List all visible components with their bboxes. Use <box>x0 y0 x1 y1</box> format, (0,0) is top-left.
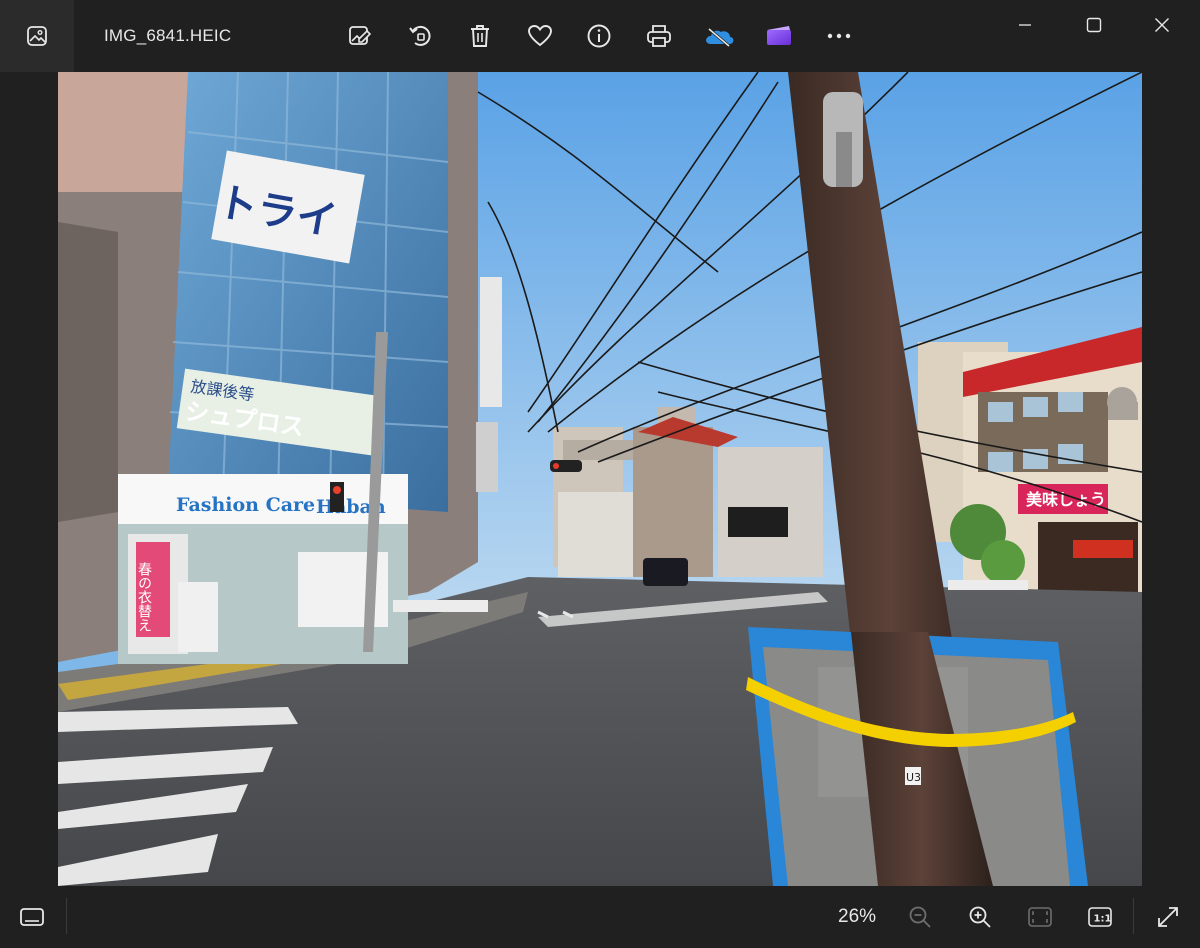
fit-window-button[interactable] <box>1021 898 1059 936</box>
clipchamp-icon <box>767 26 791 45</box>
minimize-icon <box>1019 24 1031 26</box>
photos-app-button[interactable] <box>0 0 74 72</box>
edit-image-icon <box>349 26 372 45</box>
zoom-level[interactable]: 26% <box>838 906 876 928</box>
fit-window-icon <box>1028 907 1052 927</box>
more-icon <box>827 33 851 39</box>
sign-haru: 春の衣替え <box>136 562 152 632</box>
info-icon <box>587 24 611 48</box>
divider <box>1133 898 1134 934</box>
svg-text:1:1: 1:1 <box>1094 914 1112 925</box>
rotate-icon <box>409 25 431 46</box>
onedrive-button[interactable] <box>701 18 737 54</box>
filmstrip-button[interactable] <box>13 898 51 936</box>
close-button[interactable] <box>1132 4 1192 46</box>
sign-fashion-care: Fashion Care <box>176 494 315 516</box>
delete-button[interactable] <box>462 18 498 54</box>
pole-sticker: U3 <box>906 771 921 784</box>
actual-size-icon: 1:1 <box>1088 907 1112 927</box>
minimize-button[interactable] <box>995 4 1055 46</box>
street-photo: 美味しょう トライ 放課後等 シュプロス Fashion Care Haban … <box>58 72 1142 886</box>
title-bar: IMG_6841.HEIC <box>0 0 1200 72</box>
favorite-button[interactable] <box>522 18 558 54</box>
close-icon <box>1155 18 1169 32</box>
onedrive-icon <box>706 27 734 47</box>
print-button[interactable] <box>641 18 677 54</box>
photos-app-icon <box>27 26 47 46</box>
maximize-button[interactable] <box>1064 4 1124 46</box>
info-button[interactable] <box>581 18 617 54</box>
zoom-in-button[interactable] <box>961 898 999 936</box>
print-icon <box>647 25 671 47</box>
clipchamp-button[interactable] <box>761 18 797 54</box>
fullscreen-button[interactable] <box>1149 898 1187 936</box>
zoom-out-icon <box>909 906 931 928</box>
photo-canvas[interactable]: 美味しょう トライ 放課後等 シュプロス Fashion Care Haban … <box>58 72 1142 886</box>
zoom-out-button[interactable] <box>901 898 939 936</box>
fullscreen-icon <box>1158 907 1178 927</box>
rotate-button[interactable] <box>402 18 438 54</box>
more-button[interactable] <box>821 18 857 54</box>
edit-image-button[interactable] <box>342 18 378 54</box>
sign-bimi: 美味しょう <box>1026 490 1106 509</box>
actual-size-button[interactable]: 1:1 <box>1081 898 1119 936</box>
filmstrip-icon <box>20 908 44 926</box>
delete-icon <box>471 25 489 47</box>
favorite-icon <box>528 25 552 47</box>
bottom-bar <box>0 886 1200 948</box>
maximize-icon <box>1086 17 1102 33</box>
file-name: IMG_6841.HEIC <box>104 26 232 45</box>
zoom-in-icon <box>969 906 991 928</box>
divider <box>66 898 67 934</box>
